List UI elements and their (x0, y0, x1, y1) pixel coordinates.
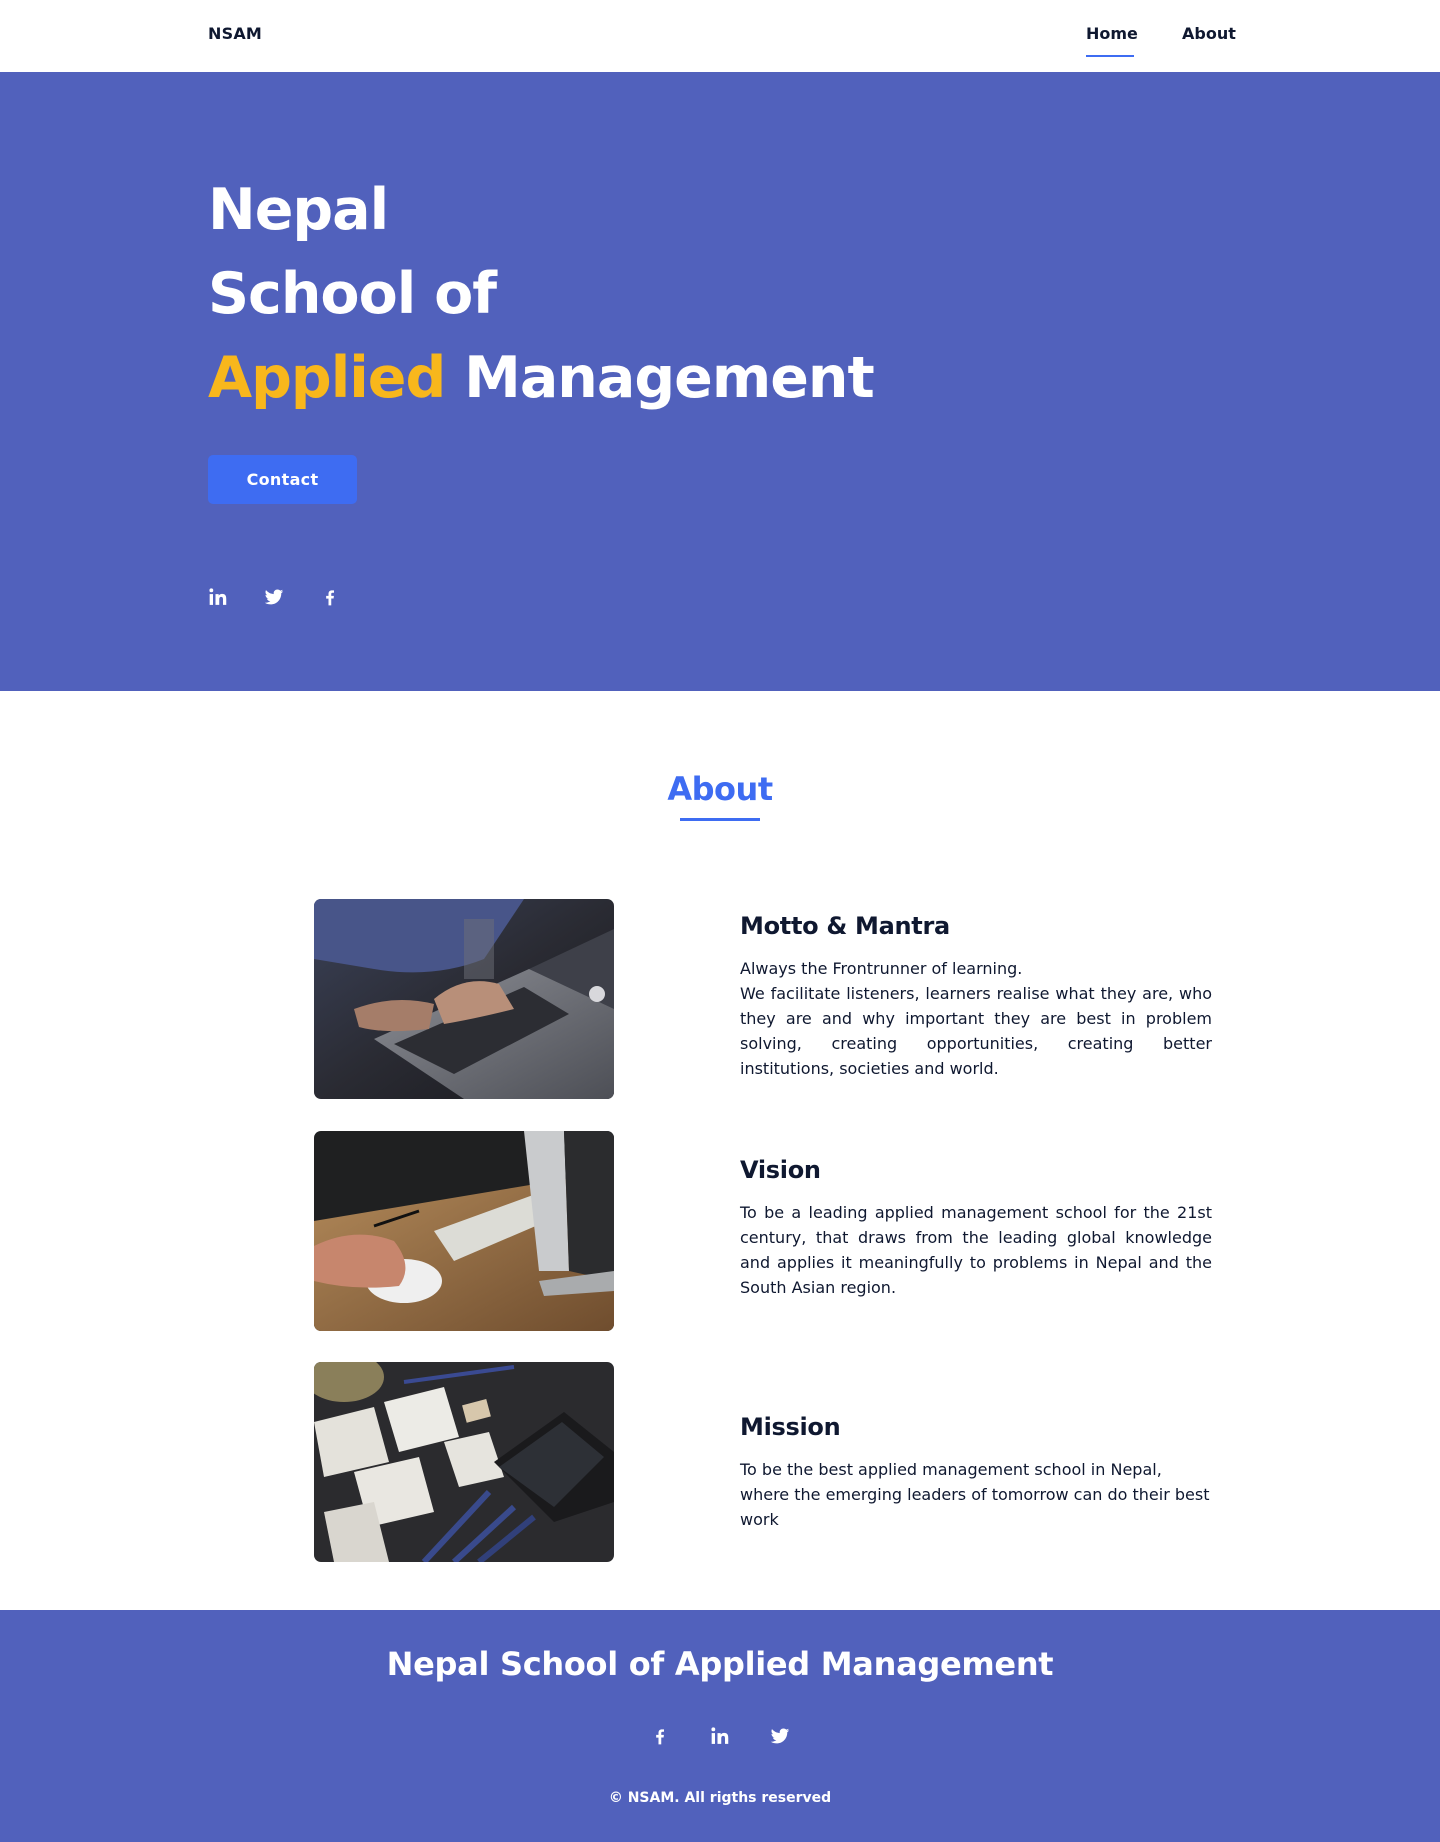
footer-copyright: © NSAM. All rigths reserved (608, 1790, 832, 1806)
laptop-typing-photo (314, 899, 614, 1099)
desk-mouse-photo (314, 1131, 614, 1331)
nav-about-link[interactable]: About (1182, 24, 1236, 43)
twitter-icon[interactable] (770, 1726, 790, 1746)
hero-social-links (208, 587, 340, 607)
vision-text: To be a leading applied management schoo… (740, 1203, 1212, 1297)
footer-title: Nepal School of Applied Management (386, 1645, 1054, 1683)
motto-title: Motto & Mantra (740, 912, 950, 940)
twitter-icon[interactable] (264, 587, 284, 607)
about-heading: About (667, 770, 773, 808)
vision-block: Vision To be a leading applied managemen… (740, 1156, 1212, 1300)
site-footer: Nepal School of Applied Management © NSA… (0, 1610, 1440, 1842)
footer-social-links (650, 1726, 790, 1746)
hero-title-line3: Applied Management (208, 336, 875, 420)
vision-title: Vision (740, 1156, 821, 1184)
about-heading-underline (680, 818, 760, 821)
motto-text-line2: We facilitate listeners, learners realis… (740, 984, 1212, 1078)
hero-title-line2: School of (208, 261, 497, 327)
hero-title-accent: Applied (208, 345, 446, 411)
brand-logo[interactable]: NSAM (208, 24, 262, 43)
hero-title-line1: Nepal (208, 177, 389, 243)
mission-title: Mission (740, 1413, 841, 1441)
nav-home-link[interactable]: Home (1086, 24, 1138, 43)
motto-text: Always the Frontrunner of learning. We f… (740, 956, 1212, 1081)
motto-text-line1: Always the Frontrunner of learning. (740, 959, 1023, 978)
linkedin-icon[interactable] (208, 587, 228, 607)
motto-block: Motto & Mantra Always the Frontrunner of… (740, 912, 1212, 1081)
hero-title: Nepal School of Applied Management (208, 168, 875, 420)
contact-button[interactable]: Contact (208, 455, 357, 504)
site-header: NSAM Home About (0, 0, 1440, 72)
nav-active-indicator (1086, 55, 1134, 57)
facebook-icon[interactable] (650, 1726, 670, 1746)
facebook-icon[interactable] (320, 587, 340, 607)
mission-block: Mission To be the best applied managemen… (740, 1413, 1212, 1532)
linkedin-icon[interactable] (710, 1726, 730, 1746)
hero-section: Nepal School of Applied Management Conta… (0, 72, 1440, 691)
sketches-phone-photo (314, 1362, 614, 1562)
mission-text: To be the best applied management school… (740, 1460, 1210, 1529)
hero-title-rest: Management (464, 345, 875, 411)
